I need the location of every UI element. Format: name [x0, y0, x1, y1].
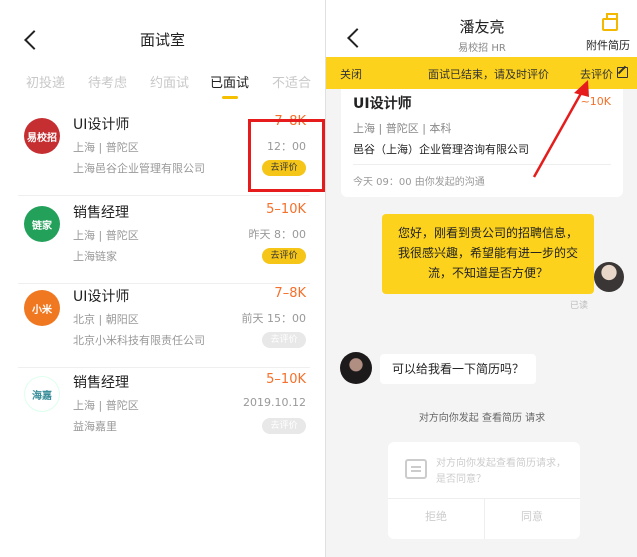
salary: 7–8K	[274, 286, 306, 301]
interview-time: 前天 15：00	[241, 312, 307, 325]
reject-button[interactable]: 拒绝	[388, 508, 484, 524]
list-item[interactable]: 链家 销售经理 5–10K 上海 | 普陀区 上海链家 昨天 8：00 去评价	[18, 196, 310, 284]
my-avatar	[594, 262, 624, 292]
company-logo: 小米	[24, 290, 60, 326]
company-name: 北京小米科技有限责任公司	[73, 334, 205, 347]
highlight-box	[248, 119, 325, 192]
tab-interviewed[interactable]: 已面试	[210, 72, 249, 91]
page-title: 面试室	[139, 31, 185, 49]
tab-submitted[interactable]: 初投递	[26, 72, 65, 91]
evaluate-button[interactable]: 去评价	[262, 332, 306, 348]
resume-request-card: 对方向你发起查看简历请求，是否同意？ 拒绝 同意	[388, 442, 580, 539]
hr-avatar	[340, 352, 372, 384]
job-title: 销售经理	[73, 205, 129, 221]
location: 上海 | 普陀区	[73, 141, 139, 154]
list-item[interactable]: 小米 UI设计师 7–8K 北京 | 朝阳区 北京小米科技有限责任公司 前天 1…	[18, 280, 310, 368]
tab-bar: 初投递 待考虑 约面试 已面试 不适合	[0, 72, 325, 92]
company-name: 上海链家	[73, 250, 117, 263]
annotation-arrow-icon	[532, 80, 589, 178]
job-title: UI设计师	[73, 289, 130, 305]
location: 上海 | 普陀区	[73, 399, 139, 412]
active-tab-indicator	[222, 96, 238, 99]
company-name: 上海邑谷企业管理有限公司	[73, 162, 205, 175]
tab-scheduled[interactable]: 约面试	[150, 72, 189, 91]
resume-icon	[405, 459, 427, 479]
chat-panel: 潘友亮 易校招 HR 附件简历 关闭 面试已结束，请及时评价 去评价 UI设计师…	[325, 0, 637, 557]
list-item[interactable]: 海嘉 销售经理 5–10K 上海 | 普陀区 益海嘉里 2019.10.12 去…	[18, 366, 310, 454]
system-message: 对方向你发起 查看简历 请求	[418, 413, 546, 424]
interview-time: 昨天 8：00	[248, 228, 307, 241]
agree-button[interactable]: 同意	[484, 508, 580, 524]
company-logo: 易校招	[24, 118, 60, 154]
my-message-bubble: 您好，刚看到贵公司的招聘信息，我很感兴趣，希望能有进一步的交流，不知道是否方便？	[382, 214, 594, 294]
hr-message-bubble: 可以给我看一下简历吗？	[380, 354, 536, 384]
evaluate-button[interactable]: 去评价	[262, 418, 306, 434]
job-title: 销售经理	[73, 375, 129, 391]
company-name: 益海嘉里	[73, 420, 117, 433]
request-text: 对方向你发起查看简历请求，是否同意？	[436, 458, 566, 485]
job-title: UI设计师	[73, 117, 130, 133]
location: 北京 | 朝阳区	[73, 313, 139, 326]
interview-room-panel: 面试室 初投递 待考虑 约面试 已面试 不适合 易校招 UI设计师 7–8K 上…	[0, 0, 325, 557]
location: 上海 | 普陀区	[73, 229, 139, 242]
salary: 5–10K	[266, 202, 306, 217]
interview-time: 2019.10.12	[243, 396, 306, 409]
evaluate-button[interactable]: 去评价	[262, 248, 306, 264]
tab-considering[interactable]: 待考虑	[88, 72, 127, 91]
tab-unsuitable[interactable]: 不适合	[272, 72, 311, 91]
salary: 5–10K	[266, 372, 306, 387]
read-status: 已读	[570, 301, 589, 311]
company-logo: 链家	[24, 206, 60, 242]
company-logo: 海嘉	[24, 376, 60, 412]
